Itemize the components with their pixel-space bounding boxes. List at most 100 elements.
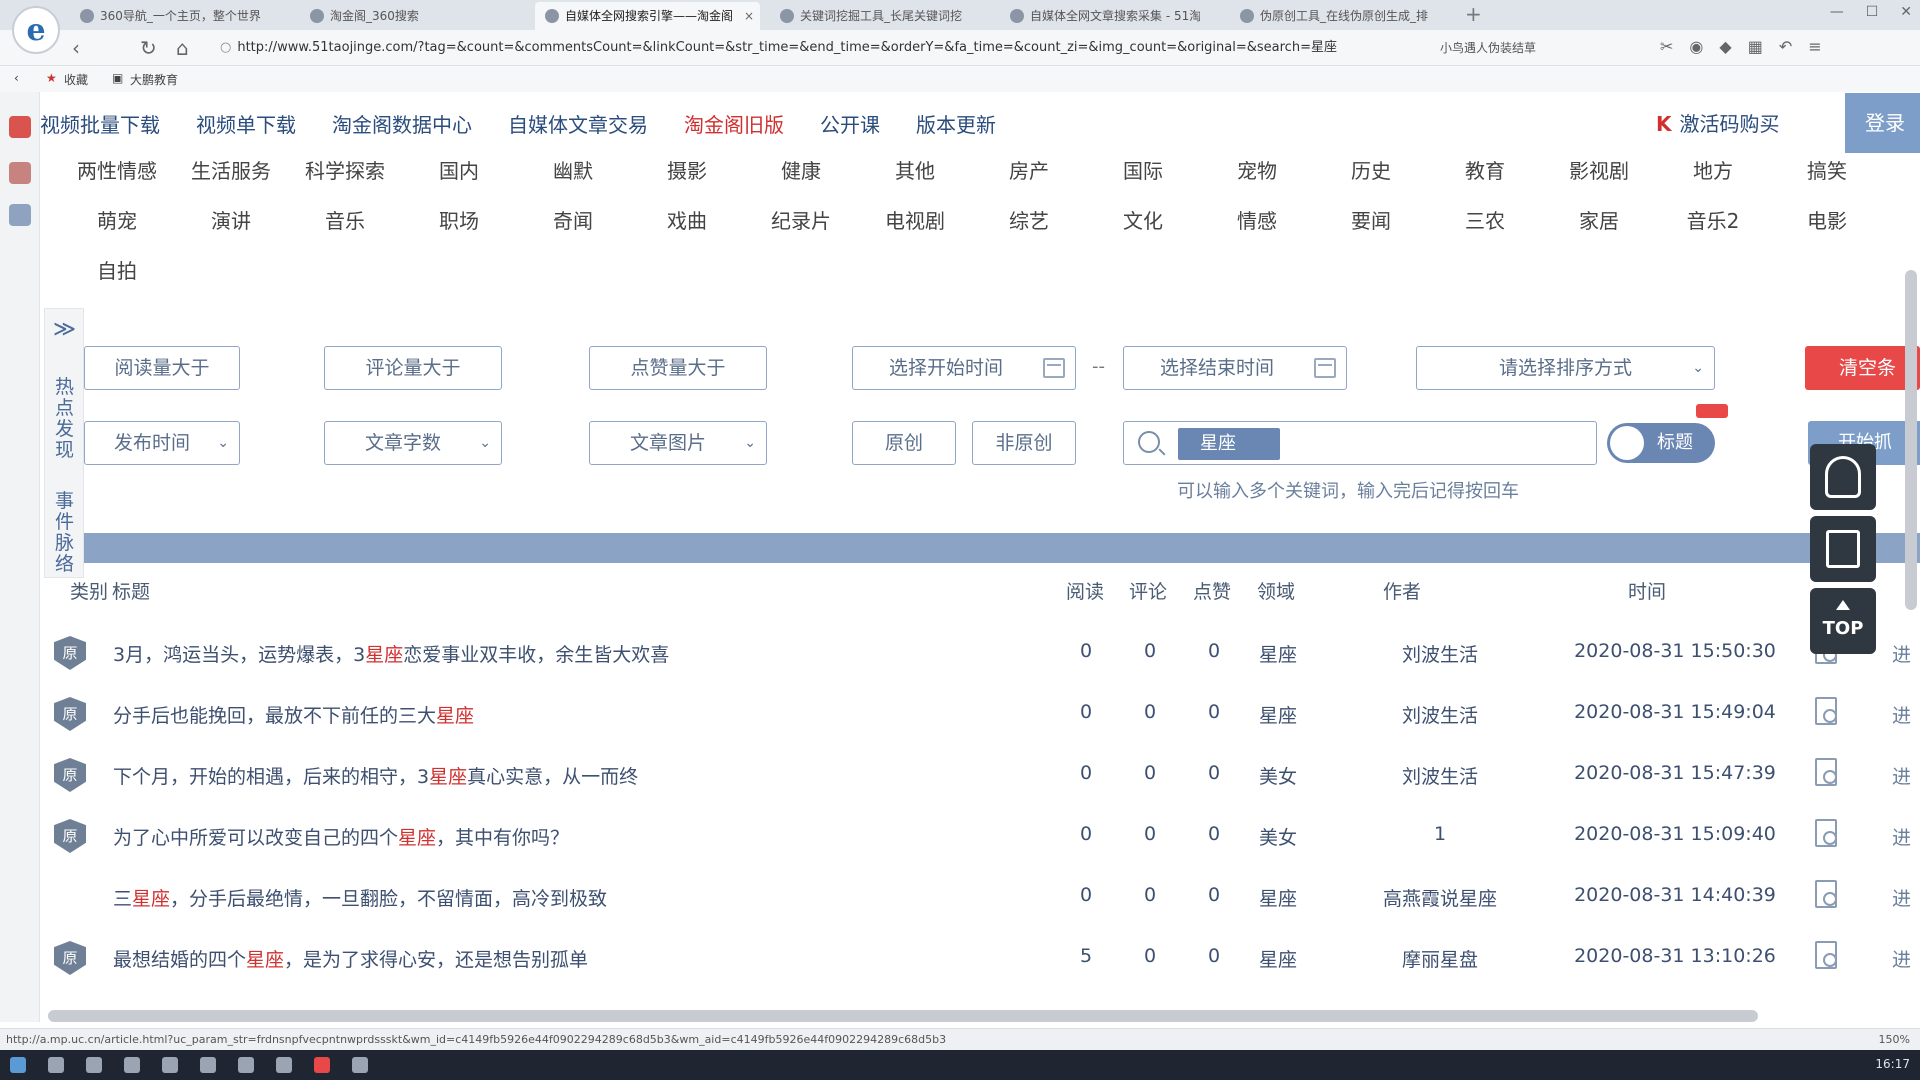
keyword-search-input[interactable]: 星座	[1123, 421, 1597, 465]
category-item[interactable]: 戏曲	[630, 205, 744, 234]
category-item[interactable]: 文化	[1086, 205, 1200, 234]
nav-version-update[interactable]: 版本更新	[916, 109, 996, 138]
back-to-top-button[interactable]: TOP	[1810, 588, 1876, 654]
url-field[interactable]: ○ http://www.51taojinge.com/?tag=&count=&…	[220, 36, 1400, 60]
weibo-icon[interactable]	[9, 162, 31, 184]
like-count-filter[interactable]: 点赞量大于	[589, 346, 767, 390]
browser-search-box[interactable]: 小鸟遇人伪装结草	[1440, 36, 1640, 60]
menu-icon[interactable]: ≡	[1808, 37, 1821, 56]
browser-logo-icon[interactable]: e	[12, 6, 60, 54]
refresh-icon[interactable]: ↻	[140, 36, 157, 60]
article-title-link[interactable]: 最想结婚的四个星座，是为了求得心安，还是想告别孤单	[113, 945, 588, 972]
nav-video-single-download[interactable]: 视频单下载	[196, 109, 296, 138]
enter-link[interactable]: 进	[1892, 884, 1911, 911]
article-title-link[interactable]: 下个月，开始的相遇，后来的相守，3星座真心实意，从一而终	[113, 762, 638, 789]
zoom-level[interactable]: 150%	[1879, 1029, 1910, 1050]
nav-article-trading[interactable]: 自媒体文章交易	[508, 109, 648, 138]
category-item[interactable]: 国内	[402, 155, 516, 184]
article-author[interactable]: 1	[1330, 823, 1550, 845]
article-author[interactable]: 摩丽星盘	[1330, 945, 1550, 972]
browser-tab[interactable]: 自媒体全网文章搜索采集 - 51淘	[1000, 2, 1200, 30]
col-comment[interactable]: 评论	[1129, 577, 1167, 604]
enter-link[interactable]: 进	[1892, 945, 1911, 972]
category-item[interactable]: 健康	[744, 155, 858, 184]
preview-document-icon[interactable]	[1815, 697, 1837, 725]
maximize-icon[interactable]: ☐	[1866, 4, 1879, 20]
article-author[interactable]: 高燕霞说星座	[1330, 884, 1550, 911]
word-count-select[interactable]: 文章字数 ⌄	[324, 421, 502, 465]
extension-icon[interactable]: ◉	[1689, 37, 1703, 56]
bookmark-item[interactable]: 大鹏教育	[130, 71, 178, 88]
close-window-icon[interactable]: ✕	[1900, 4, 1912, 20]
taskbar-app-icon[interactable]	[352, 1057, 368, 1073]
category-item[interactable]: 演讲	[174, 205, 288, 234]
article-title-link[interactable]: 分手后也能挽回，最放不下前任的三大星座	[113, 701, 474, 728]
sidebar-toggle-icon[interactable]: ‹	[14, 71, 19, 85]
shield-icon[interactable]: ◆	[1719, 37, 1731, 56]
category-item[interactable]: 科学探索	[288, 155, 402, 184]
taskbar-app-icon[interactable]	[162, 1057, 178, 1073]
expand-arrow-icon[interactable]: ≫	[53, 317, 76, 342]
taskbar-app-icon[interactable]	[314, 1057, 330, 1073]
taskbar-app-icon[interactable]	[86, 1057, 102, 1073]
taskbar-app-icon[interactable]	[124, 1057, 140, 1073]
category-item[interactable]: 房产	[972, 155, 1086, 184]
category-item[interactable]: 家居	[1542, 205, 1656, 234]
taskbar-app-icon[interactable]	[48, 1057, 64, 1073]
image-count-select[interactable]: 文章图片 ⌄	[589, 421, 767, 465]
taskbar-app-icon[interactable]	[200, 1057, 216, 1073]
category-item[interactable]: 宠物	[1200, 155, 1314, 184]
comment-count-filter[interactable]: 评论量大于	[324, 346, 502, 390]
customer-service-widget[interactable]	[1810, 444, 1876, 510]
article-title-link[interactable]: 3月，鸿运当头，运势爆表，3星座恋爱事业双丰收，余生皆大欢喜	[113, 640, 669, 667]
category-item[interactable]: 摄影	[630, 155, 744, 184]
browser-tab[interactable]: 360导航_一个主页，整个世界	[70, 2, 270, 30]
nav-data-center[interactable]: 淘金阁数据中心	[332, 109, 472, 138]
category-item[interactable]: 两性情感	[60, 155, 174, 184]
preview-document-icon[interactable]	[1815, 880, 1837, 908]
category-item[interactable]: 历史	[1314, 155, 1428, 184]
taskbar-app-icon[interactable]	[276, 1057, 292, 1073]
category-item[interactable]: 电视剧	[858, 205, 972, 234]
category-item[interactable]: 国际	[1086, 155, 1200, 184]
col-read[interactable]: 阅读	[1066, 577, 1104, 604]
category-item[interactable]: 综艺	[972, 205, 1086, 234]
sort-select[interactable]: 请选择排序方式 ⌄	[1416, 346, 1715, 390]
preview-document-icon[interactable]	[1815, 941, 1837, 969]
browser-tab[interactable]: 伪原创工具_在线伪原创生成_排	[1230, 2, 1430, 30]
read-count-filter[interactable]: 阅读量大于	[84, 346, 240, 390]
vertical-scrollbar[interactable]	[1905, 270, 1917, 610]
start-time-picker[interactable]: 选择开始时间	[852, 346, 1076, 390]
tab-hot-discovery[interactable]: 热点发现	[55, 377, 75, 461]
publish-time-select[interactable]: 发布时间 ⌄	[84, 421, 240, 465]
horizontal-scrollbar[interactable]	[48, 1010, 1758, 1022]
clear-conditions-button[interactable]: 清空条	[1805, 346, 1920, 390]
sidebar-app-icon[interactable]	[9, 116, 31, 138]
taskbar-app-icon[interactable]	[238, 1057, 254, 1073]
article-title-link[interactable]: 三星座，分手后最绝情，一旦翻脸，不留情面，高冷到极致	[113, 884, 607, 911]
scissors-icon[interactable]: ✂	[1660, 37, 1673, 56]
category-item[interactable]: 自拍	[60, 255, 174, 284]
nav-open-class[interactable]: 公开课	[820, 109, 880, 138]
grid-icon[interactable]: ▦	[1748, 37, 1763, 56]
category-item[interactable]: 搞笑	[1770, 155, 1884, 184]
title-search-toggle[interactable]: 标题	[1607, 423, 1715, 463]
article-author[interactable]: 刘波生活	[1330, 701, 1550, 728]
browser-tab-active[interactable]: 自媒体全网搜索引擎——淘金阁 ×	[535, 2, 760, 30]
category-item[interactable]: 纪录片	[744, 205, 858, 234]
preview-document-icon[interactable]	[1815, 758, 1837, 786]
sidebar-panel-icon[interactable]	[9, 204, 31, 226]
category-item[interactable]: 地方	[1656, 155, 1770, 184]
category-item[interactable]: 教育	[1428, 155, 1542, 184]
undo-icon[interactable]: ↶	[1779, 37, 1792, 56]
article-author[interactable]: 刘波生活	[1330, 762, 1550, 789]
non-original-filter-button[interactable]: 非原创	[972, 421, 1076, 465]
activation-code-link[interactable]: K 激活码购买	[1656, 108, 1780, 137]
col-like[interactable]: 点赞	[1193, 577, 1231, 604]
home-icon[interactable]: ⌂	[176, 36, 189, 60]
login-button[interactable]: 登录	[1845, 93, 1920, 153]
category-item[interactable]: 电影	[1770, 205, 1884, 234]
new-tab-button[interactable]: +	[1465, 2, 1482, 26]
nav-old-version[interactable]: 淘金阁旧版	[684, 109, 784, 138]
nav-video-batch-download[interactable]: 视频批量下载	[40, 109, 160, 138]
